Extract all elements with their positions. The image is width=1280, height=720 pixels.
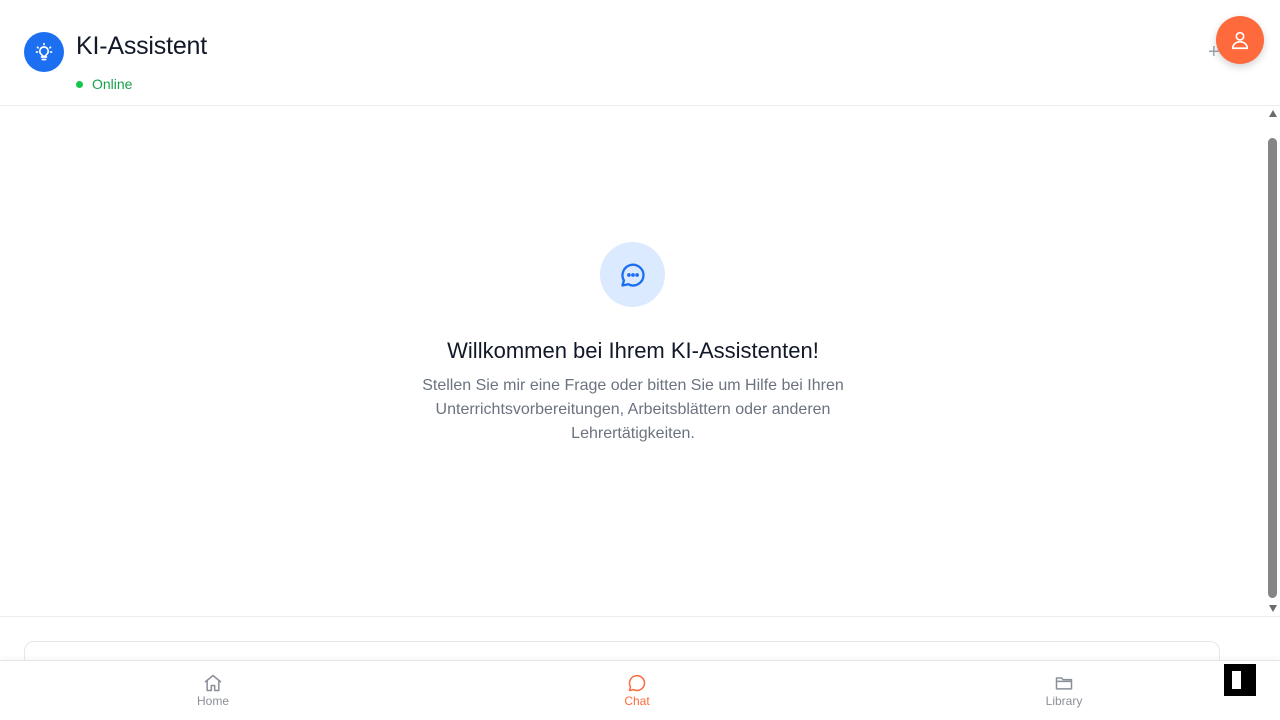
bottom-navigation: Home Chat Library	[0, 660, 1280, 720]
nav-label-chat: Chat	[624, 694, 650, 708]
page-title: KI-Assistent	[76, 32, 207, 60]
online-dot-icon	[76, 80, 83, 88]
scroll-up-arrow-icon[interactable]	[1269, 110, 1277, 117]
chat-area: Willkommen bei Ihrem KI-Assistenten! Ste…	[0, 106, 1266, 616]
nav-label-library: Library	[1045, 694, 1083, 708]
welcome-title: Willkommen bei Ihrem KI-Assistenten!	[447, 338, 819, 363]
folder-icon	[1055, 677, 1073, 690]
user-icon	[1231, 31, 1249, 50]
home-icon	[204, 674, 222, 692]
nav-item-library[interactable]: Library	[1019, 673, 1109, 708]
lightbulb-icon	[24, 32, 64, 72]
welcome-text: Stellen Sie mir eine Frage oder bitten S…	[422, 377, 844, 442]
header: KI-Assistent Online +	[0, 0, 1280, 106]
scroll-thumb[interactable]	[1268, 138, 1277, 598]
nav-item-chat[interactable]: Chat	[592, 673, 682, 708]
chat-scrollbar[interactable]	[1266, 106, 1280, 616]
nav-item-home[interactable]: Home	[168, 673, 258, 708]
overlay-widget[interactable]	[1224, 664, 1256, 696]
app-page: KI-Assistent Online + Willkommen bei Ihr…	[0, 0, 1280, 720]
status-indicator: Online	[76, 76, 132, 92]
chat-bubble-icon	[600, 242, 665, 307]
status-label: Online	[92, 76, 133, 92]
chat-icon	[628, 674, 646, 692]
profile-button[interactable]	[1216, 16, 1264, 64]
scroll-down-arrow-icon[interactable]	[1269, 605, 1277, 612]
nav-label-home: Home	[196, 694, 229, 708]
overlay-bar-icon	[1232, 671, 1241, 689]
composer-area	[0, 616, 1280, 681]
